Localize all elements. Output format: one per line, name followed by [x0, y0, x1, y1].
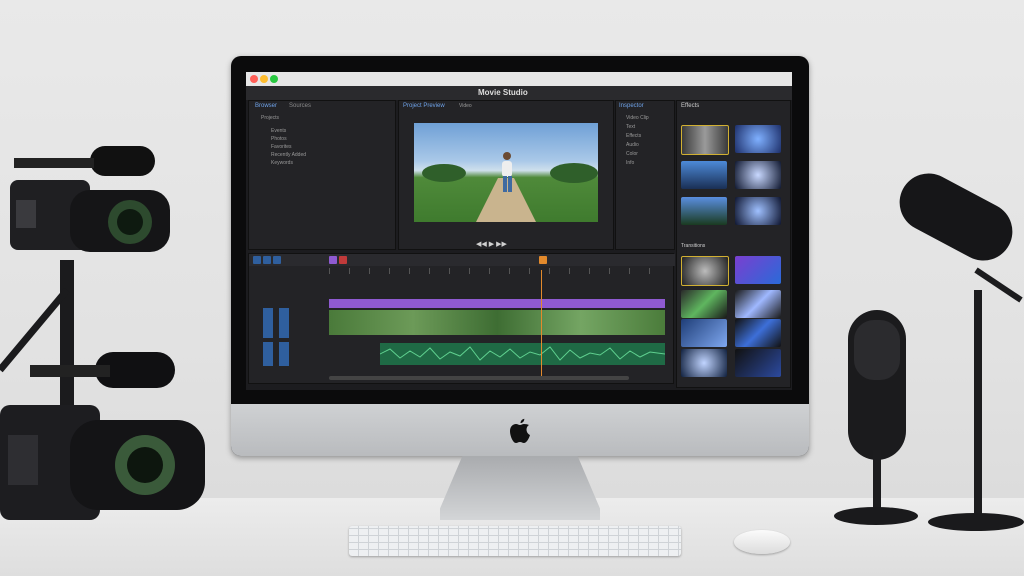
track-header[interactable] [263, 342, 273, 366]
tool-icon[interactable] [253, 256, 261, 264]
tab-effects[interactable]: Effects [681, 103, 699, 109]
zoom-button[interactable] [270, 75, 278, 83]
transition-thumbnail[interactable] [681, 256, 729, 286]
viewer-label: Video [459, 103, 472, 109]
bottom-camera-icon [0, 352, 205, 520]
effect-thumbnail[interactable] [681, 125, 729, 155]
browser-item[interactable]: Favorites [271, 144, 292, 150]
video-preview [414, 123, 598, 222]
browser-item[interactable]: Recently Added [271, 152, 306, 158]
keyboard [349, 526, 681, 556]
inspector-item[interactable]: Video Clip [626, 115, 649, 121]
inspector-item[interactable]: Color [626, 151, 638, 157]
browser-item[interactable]: Projects [261, 115, 279, 121]
timeline-panel [248, 253, 675, 384]
transition-thumbnail[interactable] [735, 349, 781, 377]
microphones [834, 173, 1024, 531]
transition-thumbnail[interactable] [735, 290, 781, 318]
browser-item[interactable]: Photos [271, 136, 287, 142]
browser-item[interactable]: Events [271, 128, 286, 134]
effects-section-title: Transitions [681, 243, 706, 249]
transition-thumbnail[interactable] [681, 319, 727, 347]
tab-browser[interactable]: Browser [255, 103, 277, 109]
inspector-panel: Inspector Video Clip Text Effects Audio … [615, 100, 675, 250]
track-header[interactable] [263, 308, 273, 338]
running-woman-image [422, 152, 598, 222]
effect-thumbnail[interactable] [735, 161, 781, 189]
playhead[interactable] [541, 270, 542, 376]
transition-thumbnail[interactable] [735, 319, 781, 347]
play-icon[interactable]: ▶ [489, 241, 494, 248]
rewind-icon[interactable]: ◀◀ [476, 241, 487, 248]
audio-waveform [379, 346, 666, 361]
inspector-item[interactable]: Info [626, 160, 634, 166]
track-header[interactable] [279, 342, 289, 366]
transition-thumbnail[interactable] [735, 256, 781, 284]
audio-clip[interactable] [379, 343, 666, 365]
inspector-item[interactable]: Text [626, 124, 635, 130]
video-camera-rig [0, 146, 205, 520]
effects-panel: Effects Transitions [676, 100, 791, 388]
minimize-button[interactable] [260, 75, 268, 83]
timeline-scrollbar[interactable] [329, 376, 629, 380]
effect-thumbnail[interactable] [735, 125, 781, 153]
app-title: Movie Studio [478, 88, 528, 97]
monitor-stand [440, 456, 600, 520]
tool-icon[interactable] [273, 256, 281, 264]
mouse [734, 530, 790, 554]
tab-inspector[interactable]: Inspector [619, 103, 644, 109]
browser-item[interactable]: Keywords [271, 160, 293, 166]
menu-bar [246, 72, 792, 86]
app-screen: Movie Studio Browser Sources Projects Ev… [246, 72, 792, 390]
playback-controls: ◀◀ ▶ ▶▶ [476, 240, 536, 248]
effect-thumbnail[interactable] [681, 197, 727, 225]
boom-microphone-icon [899, 173, 1024, 531]
tab-sources[interactable]: Sources [289, 103, 311, 109]
close-button[interactable] [250, 75, 258, 83]
tool-icon[interactable] [329, 256, 337, 264]
track-header[interactable] [279, 308, 289, 338]
inspector-item[interactable]: Audio [626, 142, 639, 148]
tool-icon[interactable] [263, 256, 271, 264]
effect-thumbnail[interactable] [735, 197, 781, 225]
effect-thumbnail[interactable] [681, 161, 727, 189]
video-clip[interactable] [329, 310, 665, 335]
browser-panel: Browser Sources Projects Events Photos F… [248, 100, 396, 250]
tab-project-preview[interactable]: Project Preview [403, 103, 445, 109]
transition-thumbnail[interactable] [681, 349, 727, 377]
forward-icon[interactable]: ▶▶ [496, 241, 507, 248]
title-clip[interactable] [329, 299, 665, 308]
top-camera-icon [10, 146, 170, 252]
marker-icon[interactable] [539, 256, 547, 264]
app-toolbar: Movie Studio [246, 86, 792, 100]
timeline-toolbar [249, 254, 675, 266]
inspector-item[interactable]: Effects [626, 133, 641, 139]
transition-thumbnail[interactable] [681, 290, 727, 318]
desk-microphone-icon [834, 310, 918, 525]
apple-logo-icon [510, 418, 530, 443]
record-icon[interactable] [339, 256, 347, 264]
timeline-ruler [329, 268, 665, 274]
